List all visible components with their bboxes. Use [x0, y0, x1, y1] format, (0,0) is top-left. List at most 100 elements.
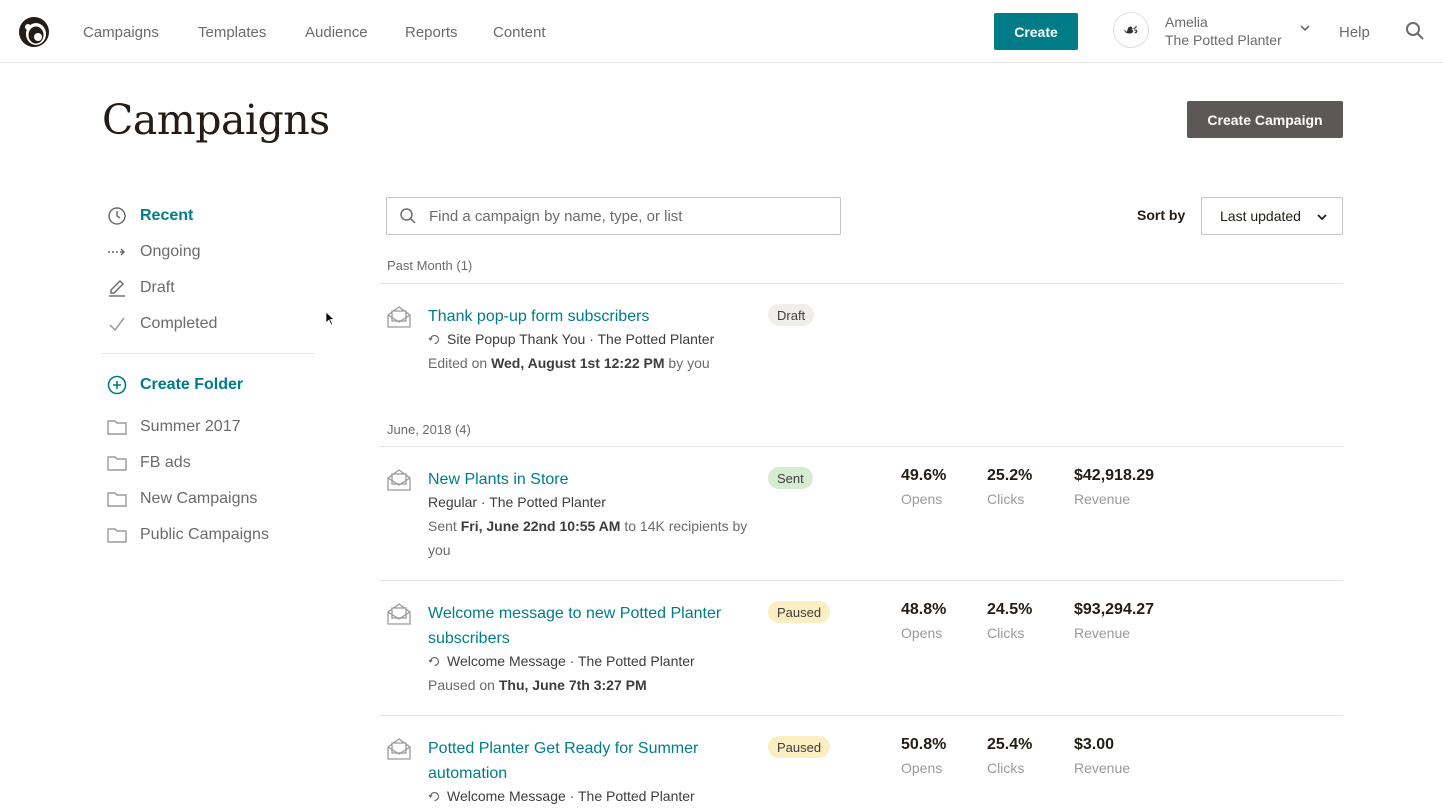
status-badge: Sent	[768, 467, 813, 489]
sidebar-item-label: Recent	[140, 207, 194, 224]
revenue-label: Revenue	[1074, 491, 1131, 507]
nav-content[interactable]: Content	[493, 24, 546, 41]
divider	[380, 446, 1343, 447]
folder-icon	[107, 489, 127, 509]
dashed-arrow-icon	[107, 242, 127, 262]
clicks-label: Clicks	[987, 760, 1025, 776]
revenue-label: Revenue	[1074, 625, 1131, 641]
sidebar-divider	[101, 353, 315, 354]
folder-label: FB ads	[140, 454, 191, 471]
opens-value: 48.8%	[901, 601, 947, 618]
status-badge: Draft	[768, 304, 815, 326]
sidebar-item-recent[interactable]: Recent	[107, 204, 193, 228]
campaign-row[interactable]: New Plants in Store Regular · The Potted…	[380, 467, 1343, 567]
help-link[interactable]: Help	[1339, 24, 1370, 41]
campaign-type-list: Welcome Message · The Potted Planter	[447, 653, 695, 669]
folder-icon	[107, 453, 127, 473]
group-heading: June, 2018 (4)	[387, 422, 471, 437]
campaign-title-link[interactable]: Welcome message to new Potted Planter su…	[428, 601, 748, 651]
sidebar-item-draft[interactable]: Draft	[107, 276, 175, 300]
create-folder-label: Create Folder	[140, 376, 244, 393]
opens-label: Opens	[901, 491, 943, 507]
create-button[interactable]: Create	[994, 13, 1078, 50]
revenue-value: $42,918.29	[1074, 467, 1155, 484]
search-icon[interactable]	[1405, 21, 1425, 41]
opens-value: 50.8%	[901, 736, 947, 753]
folder-icon	[107, 525, 127, 545]
sidebar-item-label: Draft	[140, 279, 175, 296]
sidebar-item-ongoing[interactable]: Ongoing	[107, 240, 201, 264]
page-title: Campaigns	[102, 96, 330, 144]
status-badge: Paused	[768, 601, 831, 623]
campaign-meta: Sent Fri, June 22nd 10:55 AM to 14K reci…	[428, 518, 748, 558]
campaign-meta: Edited on Wed, August 1st 12:22 PM by yo…	[428, 355, 710, 371]
sidebar-item-label: Completed	[140, 315, 218, 332]
clicks-value: 25.2%	[987, 467, 1033, 484]
campaign-type-list: Regular · The Potted Planter	[428, 494, 606, 510]
sidebar-item-completed[interactable]: Completed	[107, 312, 217, 336]
campaign-subtitle: Site Popup Thank You · The Potted Plante…	[428, 331, 714, 347]
campaign-search[interactable]	[386, 197, 841, 235]
create-folder-button[interactable]: Create Folder	[107, 373, 243, 397]
folder-item[interactable]: New Campaigns	[107, 487, 257, 511]
campaign-title-link[interactable]: New Plants in Store	[428, 467, 748, 492]
campaign-title-link[interactable]: Thank pop-up form subscribers	[428, 304, 748, 329]
campaign-subtitle: Welcome Message · The Potted Planter	[428, 788, 695, 804]
repeat-icon	[428, 334, 440, 344]
folder-item[interactable]: Summer 2017	[107, 415, 241, 439]
account-org: The Potted Planter	[1165, 32, 1282, 48]
opens-label: Opens	[901, 625, 943, 641]
sort-label: Sort by	[1137, 207, 1186, 223]
campaign-type-list: Site Popup Thank You · The Potted Plante…	[447, 331, 715, 347]
nav-campaigns[interactable]: Campaigns	[83, 24, 159, 41]
pencil-icon	[107, 278, 127, 298]
checkmark-icon	[107, 314, 127, 334]
revenue-label: Revenue	[1074, 760, 1131, 776]
nav-templates[interactable]: Templates	[198, 24, 266, 41]
folder-item[interactable]: FB ads	[107, 451, 191, 475]
folder-icon	[107, 417, 127, 437]
chevron-down-icon	[1300, 25, 1310, 32]
group-heading: Past Month (1)	[387, 258, 473, 273]
campaign-type-list: Welcome Message · The Potted Planter	[447, 788, 695, 804]
top-nav: Campaigns Templates Audience Reports Con…	[0, 0, 1443, 63]
plus-circle-icon	[107, 375, 127, 395]
mouse-cursor-icon	[325, 311, 335, 326]
nav-reports[interactable]: Reports	[405, 24, 458, 41]
folder-label: Public Campaigns	[140, 526, 269, 543]
campaign-row[interactable]: Welcome message to new Potted Planter su…	[380, 601, 1343, 701]
email-campaign-icon	[387, 306, 411, 328]
clicks-label: Clicks	[987, 625, 1025, 641]
email-campaign-icon	[387, 738, 411, 760]
account-name: Amelia	[1165, 14, 1208, 30]
clicks-value: 24.5%	[987, 601, 1033, 618]
clock-icon	[107, 206, 127, 226]
campaign-row[interactable]: Thank pop-up form subscribers Site Popup…	[380, 304, 1343, 384]
campaign-subtitle: Regular · The Potted Planter	[428, 494, 606, 510]
account-menu[interactable]: ☙ Amelia The Potted Planter	[1113, 12, 1323, 52]
revenue-value: $3.00	[1074, 736, 1115, 753]
divider	[380, 715, 1343, 716]
nav-audience[interactable]: Audience	[305, 24, 368, 41]
folder-label: Summer 2017	[140, 418, 241, 435]
revenue-value: $93,294.27	[1074, 601, 1155, 618]
repeat-icon	[428, 656, 440, 666]
search-icon	[400, 208, 416, 224]
campaign-row[interactable]: Potted Planter Get Ready for Summer auto…	[380, 736, 1343, 812]
create-campaign-button[interactable]: Create Campaign	[1187, 101, 1343, 138]
freddie-logo-icon[interactable]	[16, 14, 52, 50]
clicks-label: Clicks	[987, 491, 1025, 507]
opens-value: 49.6%	[901, 467, 947, 484]
sort-selected-value: Last updated	[1220, 208, 1301, 224]
folder-item[interactable]: Public Campaigns	[107, 523, 269, 547]
divider	[380, 580, 1343, 581]
clicks-value: 25.4%	[987, 736, 1033, 753]
email-campaign-icon	[387, 469, 411, 491]
divider	[380, 283, 1343, 284]
monogram-icon: ☙	[1113, 12, 1149, 48]
search-input[interactable]	[429, 198, 829, 234]
email-campaign-icon	[387, 603, 411, 625]
sort-select[interactable]: Last updated	[1201, 197, 1343, 235]
repeat-icon	[428, 791, 440, 801]
campaign-title-link[interactable]: Potted Planter Get Ready for Summer auto…	[428, 736, 748, 786]
